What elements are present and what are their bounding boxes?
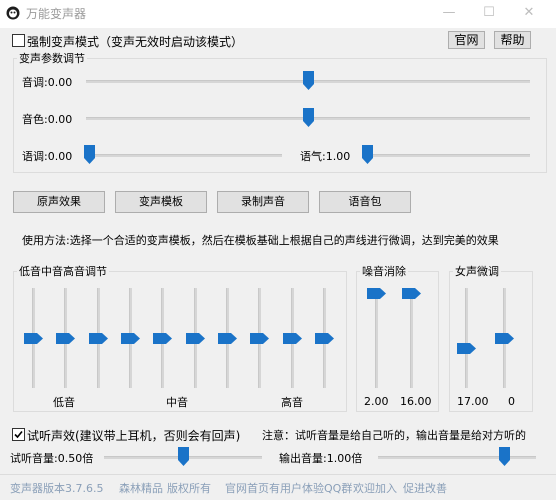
status-version: 变声器版本3.7.6.5 [10,482,104,495]
noise-value-2: 16.00 [400,395,432,408]
eq-slider-thumb-8[interactable] [250,332,269,344]
status-improve[interactable]: 促进改善 [403,480,447,496]
usage-instructions: 使用方法:选择一个合适的变声模板，然后在模板基础上根据自己的声线进行微调，达到完… [22,234,499,247]
window-title: 万能变声器 [26,7,87,21]
timbre-slider-thumb[interactable] [302,108,314,127]
original-voice-button[interactable]: 原声效果 [13,191,105,213]
status-welcome: 欢迎加入 [353,482,397,495]
close-button[interactable]: ✕ [518,4,540,22]
female-value-2: 0 [508,395,515,408]
eq-slider-thumb-1[interactable] [24,332,43,344]
eq-slider-thumb-4[interactable] [121,332,140,344]
female-slider-thumb-2[interactable] [495,332,514,344]
noise-slider-track-2[interactable] [410,288,413,388]
female-groupbox [449,271,533,412]
female-value-1: 17.00 [457,395,489,408]
output-volume-thumb[interactable] [498,447,510,466]
bass-label: 低音 [53,396,75,409]
pitch-label: 音调:0.00 [22,76,73,89]
volume-note: 注意：试听音量是给自己听的，输出音量是给对方听的 [262,429,526,442]
eq-slider-thumb-6[interactable] [186,332,205,344]
help-button[interactable]: 帮助 [494,31,531,49]
tone-slider-track[interactable] [362,154,530,157]
timbre-label: 音色:0.00 [22,113,73,126]
tone-label: 语气:1.00 [300,150,351,163]
noise-slider-track-1[interactable] [375,288,378,388]
record-voice-button[interactable]: 录制声音 [217,191,309,213]
mid-label: 中音 [166,396,188,409]
eq-slider-thumb-5[interactable] [153,332,172,344]
maximize-button[interactable]: ☐ [478,4,500,22]
listen-volume-label: 试听音量:0.50倍 [10,452,94,465]
female-slider-track-1[interactable] [465,288,468,388]
force-mode-checkbox[interactable] [12,34,25,47]
noise-group-title: 噪音消除 [360,265,408,278]
eq-slider-thumb-2[interactable] [56,332,75,344]
speed-slider-thumb[interactable] [84,145,95,164]
test-listen-label: 试听声效(建议带上耳机，否则会有回声) [27,429,241,443]
force-mode-label: 强制变声模式（变声无效时启动该模式） [27,35,244,49]
output-volume-track[interactable] [378,456,536,459]
status-divider [0,474,556,475]
output-volume-label: 输出音量:1.00倍 [279,452,363,465]
noise-slider-thumb-1[interactable] [367,288,386,299]
listen-volume-thumb[interactable] [177,447,189,466]
eq-slider-thumb-10[interactable] [315,332,334,344]
treble-label: 高音 [281,396,303,409]
checkmark-icon [14,430,23,439]
test-listen-checkbox[interactable] [12,428,25,441]
voice-template-button[interactable]: 变声模板 [115,191,207,213]
noise-slider-thumb-2[interactable] [402,288,421,299]
status-user-group[interactable]: 官网首页有用户体验QQ群 [225,480,352,496]
eq-slider-thumb-3[interactable] [89,332,108,344]
status-copyright: 版权所有 [167,482,211,495]
pitch-slider-thumb[interactable] [302,71,314,90]
eq-slider-thumb-9[interactable] [283,332,302,344]
speed-slider-track[interactable] [84,154,282,157]
status-brand[interactable]: 森林精品 [119,480,163,496]
official-site-button[interactable]: 官网 [448,31,485,49]
voice-pack-button[interactable]: 语音包 [319,191,411,213]
speed-label: 语调:0.00 [22,150,73,163]
noise-value-1: 2.00 [364,395,389,408]
tone-slider-thumb[interactable] [362,145,373,164]
female-group-title: 女声微调 [453,265,501,278]
minimize-button[interactable]: — [438,4,460,22]
eq-group-title: 低音中音高音调节 [17,265,109,278]
param-group-title: 变声参数调节 [17,52,87,65]
female-slider-thumb-1[interactable] [457,343,476,355]
app-logo-icon [6,6,20,20]
eq-slider-thumb-7[interactable] [218,332,237,344]
